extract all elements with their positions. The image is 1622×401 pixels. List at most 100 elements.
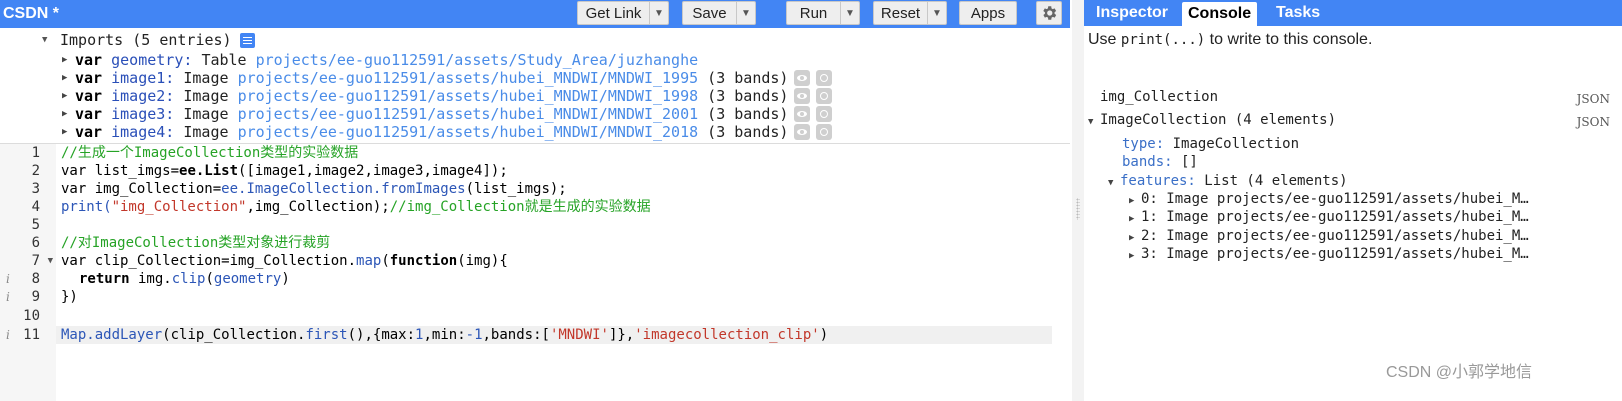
collapsed-triangle-icon[interactable]: ▶: [62, 55, 75, 65]
line-number: 2: [31, 163, 40, 179]
code-line-7[interactable]: var clip_Collection=img_Collection.map(f…: [61, 252, 508, 270]
pane-splitter[interactable]: [1072, 0, 1084, 401]
collection-node[interactable]: ▼ ImageCollection (4 elements): [1088, 111, 1336, 129]
import-type: Image: [183, 105, 229, 123]
info-icon[interactable]: i: [6, 270, 10, 288]
chevron-down-icon[interactable]: ▼: [736, 2, 755, 24]
line-number: 3: [31, 181, 40, 197]
type-property: type: ImageCollection: [1122, 136, 1300, 152]
feature-item[interactable]: ▶ 2: Image projects/ee-guo112591/assets/h…: [1129, 227, 1529, 245]
bands-property: bands: []: [1122, 154, 1198, 170]
feature-item[interactable]: ▶ 0: Image projects/ee-guo112591/assets/h…: [1129, 190, 1529, 208]
apps-button[interactable]: Apps: [959, 1, 1017, 25]
reset-button[interactable]: Reset ▼: [873, 1, 947, 25]
import-band-count: (3 bands): [707, 105, 789, 123]
line-number: 7 ▼: [31, 252, 53, 270]
collapsed-triangle-icon[interactable]: ▶: [1129, 210, 1141, 228]
get-link-button[interactable]: Get Link ▼: [577, 1, 669, 25]
import-row[interactable]: ▶ var image1: Image projects/ee-guo112591…: [62, 69, 833, 87]
target-icon[interactable]: [816, 88, 833, 104]
target-icon[interactable]: [816, 70, 833, 86]
code-line-9[interactable]: }): [61, 288, 78, 306]
save-button[interactable]: Save ▼: [682, 1, 756, 25]
line-number: 11 i: [6, 326, 40, 344]
script-title[interactable]: CSDN *: [3, 4, 59, 24]
code-line-8[interactable]: return img.clip(geometry): [79, 270, 290, 288]
collapsed-triangle-icon[interactable]: ▶: [62, 109, 75, 119]
drag-handle-icon[interactable]: [1076, 198, 1080, 220]
eye-icon[interactable]: [794, 106, 811, 122]
target-icon[interactable]: [816, 106, 833, 122]
info-icon[interactable]: i: [6, 326, 10, 344]
import-row[interactable]: ▶ var image3: Image projects/ee-guo112591…: [62, 105, 833, 123]
code-line-6[interactable]: //对ImageCollection类型对象进行裁剪: [61, 234, 330, 252]
eye-icon[interactable]: [794, 88, 811, 104]
feature-item[interactable]: ▶ 3: Image projects/ee-guo112591/assets/h…: [1129, 245, 1529, 263]
apps-label: Apps: [970, 4, 1006, 22]
imports-header[interactable]: ▼ Imports (5 entries): [42, 30, 255, 50]
import-band-count: (3 bands): [707, 87, 789, 105]
eye-icon[interactable]: [794, 124, 811, 140]
import-var-name: image4:: [111, 123, 175, 141]
line-number-gutter: 1 2 3 4 5 6 7 ▼ 8 i 9 i 10 11 i: [0, 144, 56, 401]
collapsed-triangle-icon[interactable]: ▶: [62, 91, 75, 101]
save-label: Save: [692, 4, 727, 22]
code-line-2[interactable]: var list_imgs=ee.List([image1,image2,ima…: [61, 162, 508, 180]
run-button[interactable]: Run ▼: [786, 1, 860, 25]
right-panel-tabs: Inspector Console Tasks: [1084, 0, 1622, 26]
import-keyword: var: [75, 87, 103, 105]
line-number: 1: [31, 145, 40, 161]
tab-console[interactable]: Console: [1182, 2, 1258, 26]
code-line-11[interactable]: Map.addLayer(clip_Collection.first(),{ma…: [61, 326, 828, 344]
gear-icon: [1043, 6, 1057, 20]
chevron-down-icon[interactable]: ▼: [840, 2, 859, 24]
import-band-count: (3 bands): [707, 123, 789, 141]
import-asset-path[interactable]: projects/ee-guo112591/assets/hubei_MNDWI…: [238, 69, 699, 87]
code-area[interactable]: //生成一个ImageCollection类型的实验数据 var list_im…: [56, 144, 1056, 401]
line-number: 5: [31, 217, 40, 233]
tab-tasks[interactable]: Tasks: [1270, 0, 1326, 26]
import-var-name: image1:: [111, 69, 175, 87]
import-row[interactable]: ▶ var image2: Image projects/ee-guo112591…: [62, 87, 833, 105]
info-icon[interactable]: i: [6, 288, 10, 306]
import-band-count: (3 bands): [707, 69, 789, 87]
line-number: 4: [31, 199, 40, 215]
console-hint: Use print(...) to write to this console.: [1088, 31, 1373, 48]
line-number: 6: [31, 235, 40, 251]
imports-panel: ▼ Imports (5 entries) ▶ var geometry: Tab…: [0, 28, 1070, 144]
code-line-1[interactable]: //生成一个ImageCollection类型的实验数据: [61, 144, 358, 162]
import-var-name: image3:: [111, 105, 175, 123]
collapsed-triangle-icon[interactable]: ▶: [62, 127, 75, 137]
expanded-triangle-icon[interactable]: ▼: [1108, 174, 1120, 192]
collapsed-triangle-icon[interactable]: ▶: [62, 73, 75, 83]
eye-icon[interactable]: [794, 70, 811, 86]
import-asset-path[interactable]: projects/ee-guo112591/assets/hubei_MNDWI…: [238, 105, 699, 123]
json-link[interactable]: JSON: [1577, 90, 1610, 108]
features-node[interactable]: ▼ features: List (4 elements): [1108, 172, 1348, 190]
import-asset-path[interactable]: projects/ee-guo112591/assets/hubei_MNDWI…: [238, 123, 699, 141]
chevron-down-icon[interactable]: ▼: [649, 2, 668, 24]
tab-inspector[interactable]: Inspector: [1090, 0, 1174, 26]
feature-item[interactable]: ▶ 1: Image projects/ee-guo112591/assets/h…: [1129, 208, 1529, 226]
console-print-label: img_Collection: [1100, 89, 1219, 105]
collapse-triangle-icon[interactable]: ▼: [42, 35, 58, 45]
settings-button[interactable]: [1036, 1, 1062, 25]
collapsed-triangle-icon[interactable]: ▶: [1129, 247, 1141, 265]
import-asset-path[interactable]: projects/ee-guo112591/assets/hubei_MNDWI…: [238, 87, 699, 105]
import-row[interactable]: ▶ var geometry: Table projects/ee-guo1125…: [62, 51, 698, 69]
import-row[interactable]: ▶ var image4: Image projects/ee-guo112591…: [62, 123, 833, 141]
chevron-down-icon[interactable]: ▼: [927, 2, 946, 24]
code-line-3[interactable]: var img_Collection=ee.ImageCollection.fr…: [61, 180, 567, 198]
watermark: CSDN @小郭学地信: [1386, 364, 1533, 381]
line-number: 9i: [6, 288, 40, 306]
import-var-name: image2:: [111, 87, 175, 105]
show-generated-code-icon[interactable]: [239, 32, 255, 48]
expanded-triangle-icon[interactable]: ▼: [1088, 113, 1100, 131]
import-keyword: var: [75, 105, 103, 123]
target-icon[interactable]: [816, 124, 833, 140]
line-number: 10: [23, 308, 40, 324]
fold-arrow-icon[interactable]: ▼: [48, 252, 53, 270]
code-line-4[interactable]: print("img_Collection",img_Collection);/…: [61, 198, 651, 216]
import-asset-path[interactable]: projects/ee-guo112591/assets/Study_Area/…: [256, 51, 699, 69]
json-link[interactable]: JSON: [1577, 113, 1610, 131]
